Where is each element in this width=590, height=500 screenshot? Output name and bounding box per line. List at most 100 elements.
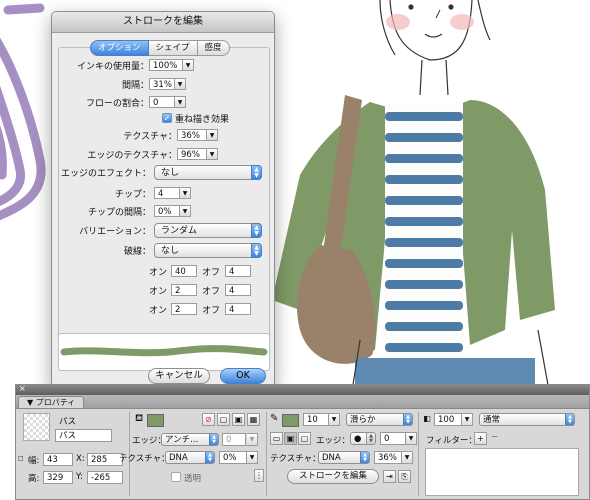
tip-spacing-field[interactable]: 0%: [154, 205, 180, 217]
dash-on-field[interactable]: 2: [171, 284, 197, 296]
remove-filter-icon[interactable]: −: [491, 432, 498, 442]
cancel-button[interactable]: キャンセル: [148, 368, 210, 384]
stroke-outside-icon[interactable]: ▢: [298, 432, 311, 445]
tip-spacing-dropdown-icon[interactable]: ▼: [180, 205, 191, 217]
flow-field[interactable]: 0: [149, 96, 175, 108]
stroke-delete-icon[interactable]: ⎘: [398, 470, 411, 483]
fill-gradient-icon[interactable]: ▣: [232, 413, 245, 426]
dialog-title[interactable]: ストロークを編集: [52, 12, 274, 33]
edit-stroke-button[interactable]: ストロークを編集: [287, 469, 379, 484]
ok-button[interactable]: OK: [220, 368, 266, 384]
tab-properties[interactable]: ▼ プロパティ: [18, 396, 85, 408]
edit-stroke-dialog: ストロークを編集 オプション シェイプ 感度 インキの使用量： 100% ▼ 間…: [51, 11, 275, 388]
spacing-field[interactable]: 31%: [149, 78, 175, 90]
opacity-dropdown-icon[interactable]: ▼: [462, 413, 473, 426]
stroke-category-select[interactable]: 滑らか ▲ ▼: [346, 413, 413, 426]
fill-color-swatch[interactable]: [147, 414, 164, 427]
dash-select[interactable]: なし ▲ ▼: [154, 242, 262, 258]
edge-texture-field[interactable]: 96%: [177, 148, 207, 160]
variation-select[interactable]: ランダム ▲ ▼: [154, 222, 262, 238]
transparent-checkbox[interactable]: [171, 472, 181, 482]
stroke-edge-amount[interactable]: 0: [380, 432, 406, 445]
lock-proportion-icon[interactable]: □: [18, 455, 24, 462]
dash-on-field[interactable]: 2: [171, 303, 197, 315]
variation-value: ランダム: [161, 225, 198, 236]
updown-arrow-icon: ▲ ▼: [251, 164, 262, 180]
fill-solid-icon[interactable]: ▢: [217, 413, 230, 426]
height-label: 高:: [28, 474, 40, 484]
stroke-color-swatch[interactable]: [282, 414, 299, 427]
x-field[interactable]: 285: [87, 453, 123, 466]
stroke-texture-amount-dropdown-icon[interactable]: ▼: [402, 451, 413, 464]
stroke-center-icon[interactable]: ▭: [270, 432, 283, 445]
x-label: X:: [76, 454, 85, 464]
stroke-inside-icon[interactable]: ▣: [284, 432, 297, 445]
dash-on-label: オン: [149, 305, 168, 316]
stroke-category-value: 滑らか: [350, 415, 376, 425]
dash-row-2: オン 2 オフ 4: [149, 283, 251, 297]
ink-usage-dropdown-icon[interactable]: ▼: [183, 59, 194, 71]
flow-dropdown-icon[interactable]: ▼: [175, 96, 186, 108]
fill-texture-select[interactable]: DNA ▲ ▼: [165, 451, 215, 464]
stroke-edge-label: エッジ：: [316, 436, 351, 446]
striped-shirt: [385, 102, 463, 372]
dash-off-field[interactable]: 4: [225, 303, 251, 315]
tips-dropdown-icon[interactable]: ▼: [180, 187, 191, 199]
variation-label: バリエーション：: [79, 226, 151, 237]
stroke-texture-select[interactable]: DNA ▲ ▼: [318, 451, 370, 464]
texture-dropdown-icon[interactable]: ▼: [207, 129, 218, 141]
jacket-right: [460, 100, 555, 345]
tab-shape[interactable]: シェイプ: [148, 40, 198, 56]
dash-off-field[interactable]: 4: [225, 284, 251, 296]
panel-titlebar[interactable]: ×: [16, 384, 589, 395]
object-type: パス: [59, 417, 77, 427]
edge-effect-select[interactable]: なし ▲ ▼: [154, 164, 262, 180]
dash-off-label: オフ: [201, 305, 220, 316]
properties-triangle-icon: ▼: [27, 398, 34, 407]
width-label: 幅:: [28, 456, 40, 466]
add-filter-icon[interactable]: +: [474, 432, 487, 445]
fill-pattern-icon[interactable]: ▦: [247, 413, 260, 426]
opacity-field[interactable]: 100: [434, 413, 462, 426]
stroke-edge-amount-dropdown-icon[interactable]: ▼: [406, 432, 417, 445]
height-field[interactable]: 329: [43, 471, 73, 484]
updown-arrow-icon: ▲ ▼: [565, 414, 574, 425]
y-field[interactable]: -265: [87, 471, 123, 484]
fill-edge-select[interactable]: アンチ... ▲ ▼: [161, 433, 219, 446]
fill-resize-handle-icon[interactable]: ⋮: [254, 469, 264, 482]
filter-label: フィルター：: [426, 436, 477, 446]
blend-mode-value: 通常: [483, 415, 501, 425]
stroke-save-icon[interactable]: ⇥: [383, 470, 396, 483]
panel-tabbar: ▼ プロパティ: [16, 395, 589, 409]
object-name-field[interactable]: パス: [55, 429, 112, 442]
tab-sensitivity[interactable]: 感度: [197, 40, 230, 56]
fill-texture-amount[interactable]: 0%: [219, 451, 247, 464]
filter-list[interactable]: [425, 448, 579, 496]
edge-texture-dropdown-icon[interactable]: ▼: [207, 148, 218, 160]
fill-edge-amount[interactable]: 0: [222, 433, 246, 446]
dot-icon: ●: [354, 434, 362, 444]
spacing-dropdown-icon[interactable]: ▼: [175, 78, 186, 90]
ink-usage-field[interactable]: 100%: [149, 59, 183, 71]
updown-arrow-icon: ▲ ▼: [251, 222, 262, 238]
stroke-edge-style-select[interactable]: ● ▲ ▼: [350, 432, 376, 445]
width-field[interactable]: 43: [43, 453, 73, 466]
stroke-size-field[interactable]: 10: [303, 413, 329, 426]
close-icon[interactable]: ×: [19, 384, 26, 393]
fill-texture-amount-dropdown-icon[interactable]: ▼: [247, 451, 258, 464]
fill-texture-label: テクスチャ：: [119, 454, 170, 464]
tab-options[interactable]: オプション: [90, 40, 149, 56]
fill-edge-amount-dropdown-icon[interactable]: ▼: [247, 433, 258, 446]
blend-mode-select[interactable]: 通常 ▲ ▼: [479, 413, 575, 426]
dash-on-field[interactable]: 40: [171, 265, 197, 277]
stroke-texture-amount[interactable]: 36%: [374, 451, 402, 464]
transparent-label: 透明: [184, 474, 202, 484]
stroke-size-dropdown-icon[interactable]: ▼: [329, 413, 340, 426]
overprint-checkbox[interactable]: ✓: [162, 113, 172, 123]
lavender-pattern: [0, 3, 46, 221]
stroke-texture-value: DNA: [322, 453, 341, 463]
tips-field[interactable]: 4: [154, 187, 180, 199]
dash-off-field[interactable]: 4: [225, 265, 251, 277]
fill-none-icon[interactable]: ⊘: [202, 413, 215, 426]
texture-field[interactable]: 36%: [177, 129, 207, 141]
